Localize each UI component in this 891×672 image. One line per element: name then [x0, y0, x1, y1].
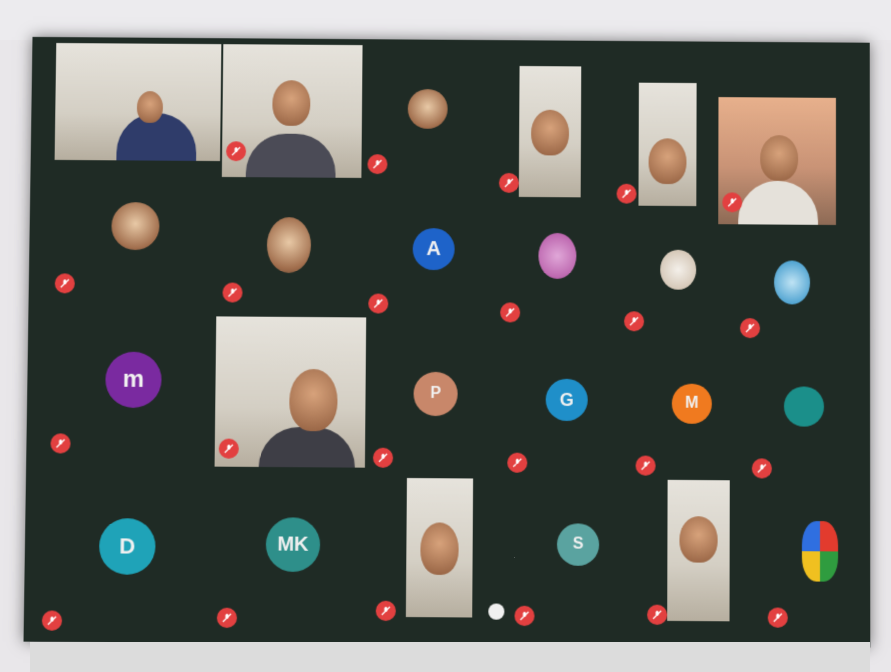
mic-off-icon: [217, 608, 237, 628]
person-head: [649, 138, 687, 184]
person-silhouette: [738, 181, 818, 225]
person-silhouette: [259, 427, 356, 468]
person-head: [679, 516, 717, 563]
participant-avatar: [538, 233, 576, 279]
participant-avatar: A: [413, 228, 455, 270]
mic-off-icon: [373, 448, 393, 468]
participant-avatar: G: [546, 379, 588, 421]
participant-tile[interactable]: [624, 239, 744, 350]
mic-off-icon: [507, 453, 527, 473]
participant-tile[interactable]: [519, 66, 581, 197]
participant-tile[interactable]: P: [369, 357, 510, 478]
participant-avatar: [784, 386, 824, 426]
mic-off-icon: [42, 610, 62, 630]
participant-tile[interactable]: [718, 97, 836, 225]
participant-tile[interactable]: [218, 197, 359, 322]
participant-avatar: [660, 250, 696, 290]
mic-off-icon: [500, 302, 520, 322]
participant-avatar: [774, 260, 810, 304]
mic-off-icon: [636, 456, 656, 476]
participant-avatar: D: [99, 518, 156, 575]
mic-off-icon: [222, 282, 242, 302]
participant-avatar: P: [413, 372, 457, 416]
participant-tile[interactable]: [667, 480, 730, 621]
mic-off-icon: [499, 173, 519, 193]
mic-off-icon: [368, 293, 388, 313]
mic-off-icon: [617, 184, 637, 204]
participant-tile[interactable]: G: [505, 368, 636, 489]
participant-tile[interactable]: [222, 44, 363, 178]
participant-avatar: MK: [266, 517, 321, 572]
mic-off-icon: [219, 439, 239, 459]
mic-off-icon: [752, 458, 772, 478]
participant-avatar: M: [672, 384, 712, 424]
person-head: [760, 135, 798, 181]
mic-off-icon: [647, 605, 667, 625]
mic-off-icon: [226, 141, 246, 161]
mic-off-icon: [55, 273, 75, 293]
paper-background: [0, 0, 891, 40]
participant-tile[interactable]: m: [46, 335, 208, 466]
participant-avatar: [111, 202, 160, 250]
mic-off-icon: [376, 601, 396, 621]
participant-tile[interactable]: [406, 478, 473, 617]
person-head: [420, 522, 459, 575]
participant-avatar: m: [105, 352, 162, 408]
participant-tile[interactable]: D: [38, 506, 210, 638]
mic-off-icon: [367, 154, 387, 174]
participant-tile[interactable]: A: [364, 208, 505, 333]
participant-tile[interactable]: [215, 316, 367, 467]
pin-icon[interactable]: [488, 603, 504, 619]
person-head: [272, 80, 310, 126]
person-head: [531, 110, 569, 156]
participant-tile[interactable]: MK: [213, 507, 375, 639]
mic-off-icon: [722, 192, 742, 212]
participant-avatar: [408, 89, 448, 129]
participant-tile[interactable]: [768, 511, 869, 643]
mic-off-icon: [50, 433, 70, 453]
person-head: [137, 91, 163, 123]
bottom-edge: [30, 642, 870, 672]
mic-off-icon: [740, 318, 760, 338]
participant-tile[interactable]: [638, 83, 696, 206]
participant-tile[interactable]: S: [512, 509, 643, 641]
participant-tile[interactable]: [752, 380, 862, 501]
participant-avatar: [802, 521, 838, 582]
meeting-grid: A m P G M D MK S: [24, 37, 871, 648]
mic-off-icon: [514, 606, 534, 626]
person-head: [289, 369, 338, 431]
participant-tile[interactable]: [55, 43, 222, 161]
participant-avatar: [267, 217, 311, 273]
participant-avatar: S: [557, 523, 599, 566]
participant-tile[interactable]: [740, 250, 850, 361]
mic-off-icon: [624, 311, 644, 331]
mic-off-icon: [768, 607, 788, 627]
participant-tile[interactable]: [500, 219, 620, 344]
participant-tile[interactable]: [363, 45, 513, 179]
participant-tile[interactable]: M: [635, 375, 755, 496]
person-silhouette: [246, 133, 336, 177]
participant-tile[interactable]: [50, 186, 211, 311]
